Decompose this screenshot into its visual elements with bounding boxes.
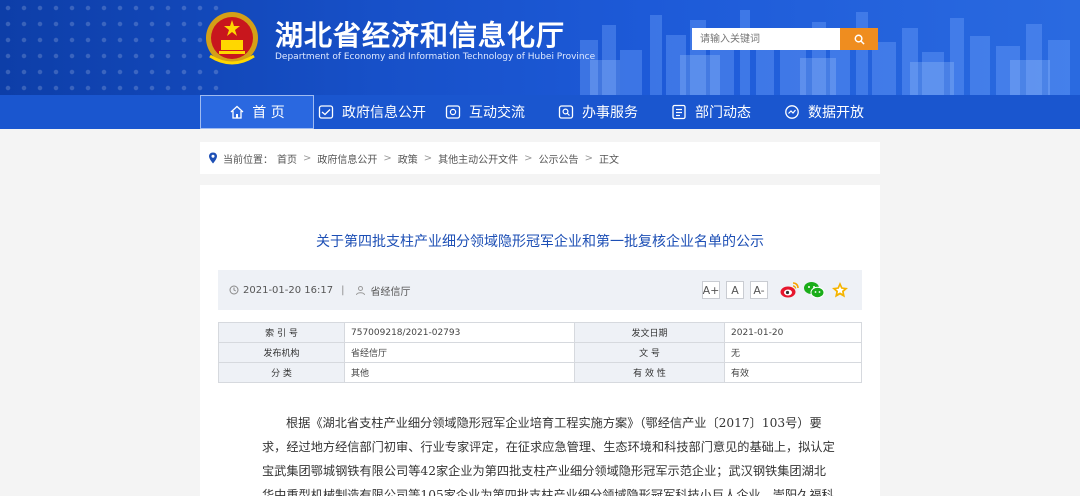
breadcrumb-link-home[interactable]: 首页 bbox=[277, 151, 297, 166]
nav-item-label: 数据开放 bbox=[808, 105, 864, 121]
table-row: 索 引 号 757009218/2021-02793 发文日期 2021-01-… bbox=[218, 322, 862, 343]
info-divider: | bbox=[341, 284, 345, 296]
document-meta-table: 索 引 号 757009218/2021-02793 发文日期 2021-01-… bbox=[218, 322, 862, 383]
nav-item-services[interactable]: 办事服务 bbox=[558, 95, 638, 129]
site-title: 湖北省经济和信息化厅 bbox=[275, 19, 566, 52]
article-title: 关于第四批支柱产业细分领域隐形冠军企业和第一批复核企业名单的公示 bbox=[316, 234, 764, 250]
breadcrumb-link-policy[interactable]: 政策 bbox=[398, 151, 418, 166]
breadcrumb-separator: > bbox=[423, 152, 433, 164]
breadcrumb-separator: > bbox=[584, 152, 593, 164]
data-icon bbox=[785, 105, 799, 119]
meta-label: 文 号 bbox=[574, 342, 725, 363]
home-icon bbox=[230, 105, 244, 119]
font-size-increase-button[interactable]: A+ bbox=[702, 281, 720, 299]
body-line: 求，经过地方经信部门初审、行业专家评定，在征求应急管理、生态环境和科技部门意见的… bbox=[262, 440, 835, 454]
site-header: 湖北省经济和信息化厅 Department of Economy and Inf… bbox=[0, 0, 1080, 95]
meta-value: 其他 bbox=[344, 362, 575, 383]
search-icon bbox=[854, 34, 865, 45]
breadcrumb-link-notices[interactable]: 公示公告 bbox=[539, 151, 579, 166]
publish-datetime: 2021-01-20 16:17 bbox=[243, 284, 334, 296]
meta-value: 757009218/2021-02793 bbox=[344, 322, 575, 343]
search-button[interactable] bbox=[840, 28, 878, 50]
meta-value: 无 bbox=[724, 342, 862, 363]
weibo-share-icon[interactable] bbox=[779, 280, 801, 300]
search-input[interactable] bbox=[692, 28, 840, 50]
nav-item-interaction[interactable]: 互动交流 bbox=[445, 95, 525, 129]
nav-item-gov-info[interactable]: 政府信息公开 bbox=[318, 95, 426, 129]
font-size-default-button[interactable]: A bbox=[726, 281, 744, 299]
breadcrumb: 当前位置： 首页 > 政府信息公开 > 政策 > 其他主动公开文件 > 公示公告… bbox=[200, 142, 880, 174]
breadcrumb-separator: > bbox=[524, 152, 533, 164]
nav-item-label: 政府信息公开 bbox=[342, 105, 426, 121]
article-info-bar: 2021-01-20 16:17 | 省经信厅 A+ A A- bbox=[218, 270, 862, 310]
nav-item-dept-news[interactable]: 部门动态 bbox=[671, 95, 751, 129]
article-panel: 关于第四批支柱产业细分领域隐形冠军企业和第一批复核企业名单的公示 2021-01… bbox=[200, 185, 880, 496]
nav-item-label: 互动交流 bbox=[469, 105, 525, 121]
meta-value: 有效 bbox=[724, 362, 862, 383]
meta-value: 2021-01-20 bbox=[724, 322, 862, 343]
meta-label: 有 效 性 bbox=[574, 362, 725, 383]
publisher-icon bbox=[355, 285, 365, 295]
breadcrumb-separator: > bbox=[303, 152, 312, 164]
body-line: 华中重型机械制造有限公司等105家企业为第四批支柱产业细分领域隐形冠军科技小巨人… bbox=[262, 488, 834, 496]
breadcrumb-separator: > bbox=[383, 152, 392, 164]
body-line: 根据《湖北省支柱产业细分领域隐形冠军企业培育工程实施方案》（鄂经信产业〔2017… bbox=[286, 416, 822, 430]
breadcrumb-link-other-files[interactable]: 其他主动公开文件 bbox=[438, 151, 518, 166]
font-size-decrease-button[interactable]: A- bbox=[750, 281, 768, 299]
favorite-star-icon[interactable] bbox=[830, 280, 850, 300]
clock-icon bbox=[229, 285, 239, 295]
meta-label: 发文日期 bbox=[574, 322, 725, 343]
body-line: 宝武集团鄂城钢铁有限公司等42家企业为第四批支柱产业细分领域隐形冠军示范企业；武… bbox=[262, 464, 826, 478]
table-row: 分 类 其他 有 效 性 有效 bbox=[218, 362, 862, 383]
meta-value: 省经信厅 bbox=[344, 342, 575, 363]
location-pin-icon bbox=[209, 152, 217, 164]
wechat-share-icon[interactable] bbox=[803, 280, 825, 300]
main-nav: 首 页 政府信息公开 互动交流 办事服务 部门动态 数据开放 bbox=[0, 95, 1080, 129]
meta-label: 分 类 bbox=[218, 362, 345, 383]
nav-item-open-data[interactable]: 数据开放 bbox=[784, 95, 864, 129]
nav-item-label: 部门动态 bbox=[695, 105, 751, 121]
meta-label: 索 引 号 bbox=[218, 322, 345, 343]
nav-item-label: 首 页 bbox=[252, 105, 285, 121]
breadcrumb-current: 正文 bbox=[598, 154, 619, 166]
nav-item-home[interactable]: 首 页 bbox=[200, 95, 314, 129]
document-check-icon bbox=[318, 105, 334, 119]
breadcrumb-link-gov-info[interactable]: 政府信息公开 bbox=[317, 151, 377, 166]
chat-icon bbox=[445, 105, 461, 119]
star-pattern bbox=[0, 0, 220, 95]
table-row: 发布机构 省经信厅 文 号 无 bbox=[218, 342, 862, 363]
news-icon bbox=[672, 104, 686, 120]
nav-item-label: 办事服务 bbox=[582, 105, 638, 121]
article-body: 根据《湖北省支柱产业细分领域隐形冠军企业培育工程实施方案》（鄂经信产业〔2017… bbox=[262, 411, 835, 496]
national-emblem-logo bbox=[206, 12, 258, 65]
meta-label: 发布机构 bbox=[218, 342, 345, 363]
search-doc-icon bbox=[558, 105, 574, 119]
site-subtitle: Department of Economy and Information Te… bbox=[275, 52, 596, 62]
publisher-source: 省经信厅 bbox=[370, 286, 411, 298]
breadcrumb-prefix: 当前位置： bbox=[223, 154, 273, 166]
